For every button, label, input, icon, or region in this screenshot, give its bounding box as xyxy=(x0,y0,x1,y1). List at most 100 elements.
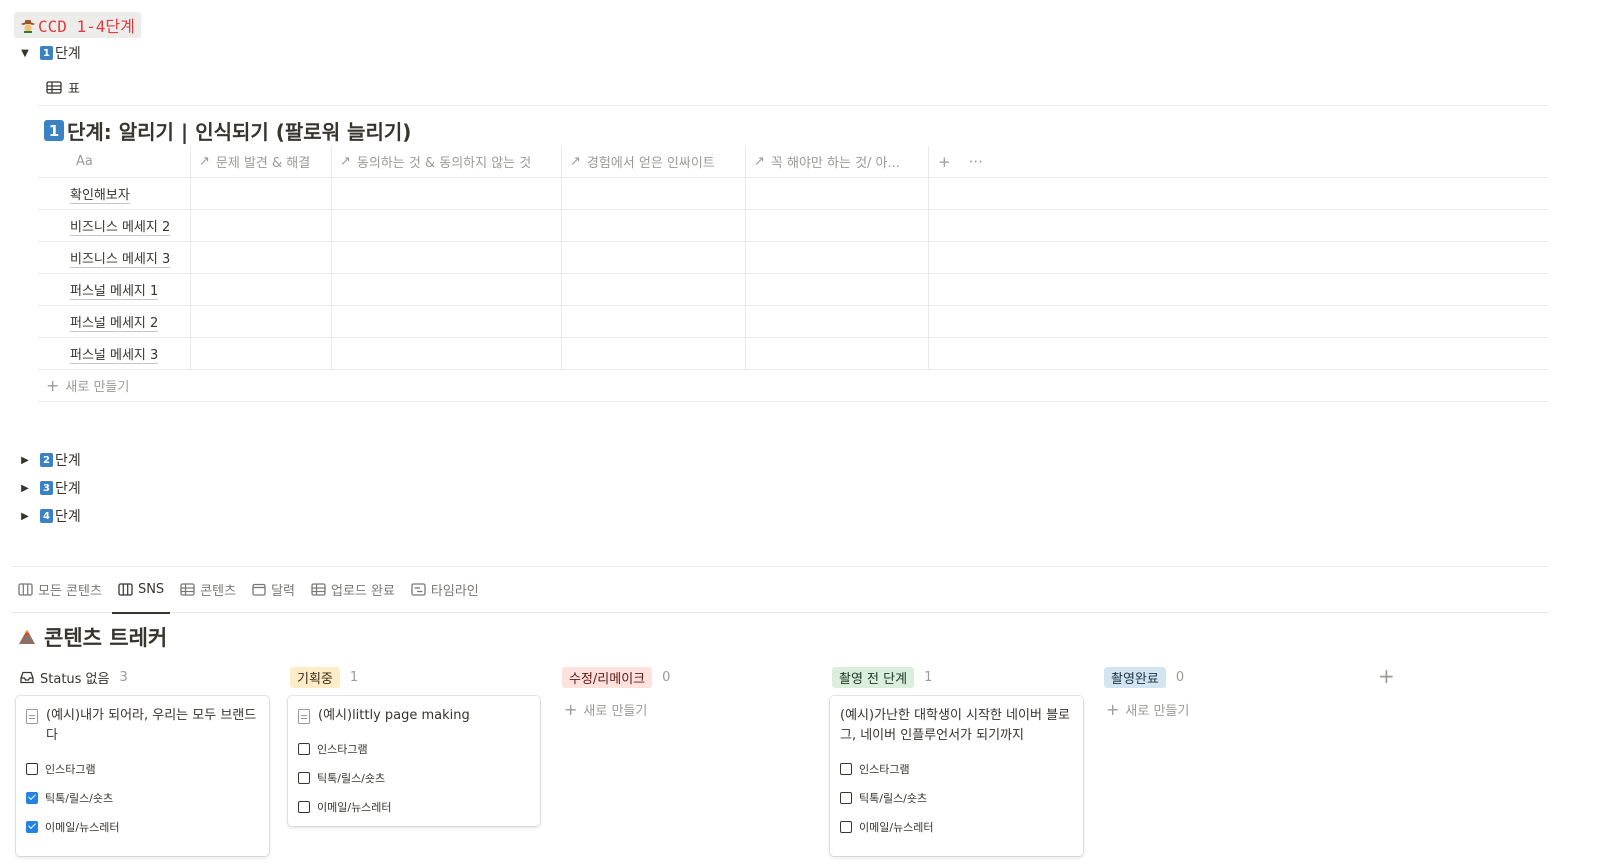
column-header[interactable]: ↗ 경험에서 얻은 인싸이트 xyxy=(562,146,746,177)
row-name-cell[interactable]: 비즈니스 메세지 3 xyxy=(38,242,191,273)
tab-sns[interactable]: SNS xyxy=(111,567,171,614)
checkbox-tiktok[interactable]: 틱톡/릴스/숏츠 xyxy=(840,783,1073,812)
add-column-button[interactable]: + xyxy=(938,153,951,171)
board-column-header[interactable]: Status 없음 3 xyxy=(20,666,128,688)
column-header[interactable]: ↗ 문제 발견 & 해결 xyxy=(191,146,332,177)
more-options-button[interactable]: ··· xyxy=(969,153,983,171)
table-cell[interactable] xyxy=(191,178,332,209)
table-row[interactable]: 퍼스널 메세지 1 xyxy=(38,274,1548,306)
column-header[interactable]: ↗ 꼭 해야만 하는 것/ 아... xyxy=(746,146,929,177)
board-column-header[interactable]: 촬영완료 0 xyxy=(1104,666,1184,688)
table-cell[interactable] xyxy=(562,274,746,305)
caret-down-icon[interactable]: ▼ xyxy=(18,48,32,59)
page-title-chip[interactable]: CCD 1-4단계 xyxy=(14,12,141,38)
database-title[interactable]: 1 단계: 알리기 | 인식되기 (팔로워 늘리기) xyxy=(44,116,411,145)
stage-3-toggle[interactable]: ▶ 3 단계 xyxy=(18,477,81,499)
table-row[interactable]: 확인해보자 xyxy=(38,178,1548,210)
table-cell[interactable] xyxy=(562,306,746,337)
checkbox[interactable] xyxy=(840,820,852,833)
checkbox[interactable] xyxy=(840,791,852,804)
board-card[interactable]: (예시)littly page making 인스타그램 틱톡/릴스/숏츠 이메… xyxy=(288,696,540,826)
table-cell[interactable] xyxy=(746,178,929,209)
board-card[interactable]: (예시)가난한 대학생이 시작한 네이버 블로그, 네이버 인플루언서가 되기까… xyxy=(830,696,1083,856)
board-column-header[interactable]: 기획중 1 xyxy=(290,666,358,688)
checkbox[interactable] xyxy=(298,742,310,755)
checkbox-email[interactable]: 이메일/뉴스레터 xyxy=(26,812,259,841)
table-cell[interactable] xyxy=(746,306,929,337)
table-cell[interactable] xyxy=(562,338,746,369)
checkbox[interactable] xyxy=(298,800,310,813)
new-card-button[interactable]: + 새로 만들기 xyxy=(1106,700,1189,719)
table-view-tab[interactable]: 표 xyxy=(46,78,80,97)
tab-timeline[interactable]: 타임라인 xyxy=(411,567,479,613)
table-row[interactable]: 퍼스널 메세지 2 xyxy=(38,306,1548,338)
row-name-cell[interactable]: 퍼스널 메세지 3 xyxy=(38,338,191,369)
table-cell[interactable] xyxy=(746,242,929,273)
tab-all-contents[interactable]: 모든 콘텐츠 xyxy=(18,567,102,613)
checkbox-checked[interactable] xyxy=(26,791,38,804)
checkbox-instagram[interactable]: 인스타그램 xyxy=(26,754,259,783)
new-row-button[interactable]: + 새로 만들기 xyxy=(38,370,1548,402)
stage-label: 단계 xyxy=(55,46,81,62)
row-name-cell[interactable]: 확인해보자 xyxy=(38,178,191,209)
checkbox[interactable] xyxy=(840,762,852,775)
table-cell[interactable] xyxy=(332,306,562,337)
caret-right-icon[interactable]: ▶ xyxy=(18,511,32,522)
tab-calendar[interactable]: 달력 xyxy=(252,567,295,613)
table-cell[interactable] xyxy=(191,274,332,305)
table-row[interactable]: 비즈니스 메세지 2 xyxy=(38,210,1548,242)
checkbox-tiktok[interactable]: 틱톡/릴스/숏츠 xyxy=(298,763,530,792)
row-name-cell[interactable]: 비즈니스 메세지 2 xyxy=(38,210,191,241)
divider xyxy=(38,105,1548,106)
stage-4-toggle[interactable]: ▶ 4 단계 xyxy=(18,505,81,527)
table-cell[interactable] xyxy=(746,274,929,305)
number-badge: 1 xyxy=(40,46,53,60)
caret-right-icon[interactable]: ▶ xyxy=(18,483,32,494)
table-cell[interactable] xyxy=(332,178,562,209)
checkbox[interactable] xyxy=(26,762,38,775)
row-name-cell[interactable]: 퍼스널 메세지 1 xyxy=(38,274,191,305)
table-cell[interactable] xyxy=(191,338,332,369)
table-cell[interactable] xyxy=(332,274,562,305)
table-row[interactable]: 퍼스널 메세지 3 xyxy=(38,338,1548,370)
tab-contents[interactable]: 콘텐츠 xyxy=(180,567,236,613)
table-cell[interactable] xyxy=(562,178,746,209)
checkbox-tiktok[interactable]: 틱톡/릴스/숏츠 xyxy=(26,783,259,812)
table-cell[interactable] xyxy=(191,210,332,241)
table-cell[interactable] xyxy=(332,210,562,241)
board-column-header[interactable]: 촬영 전 단계 1 xyxy=(832,666,932,688)
table-cell[interactable] xyxy=(191,306,332,337)
caret-right-icon[interactable]: ▶ xyxy=(18,455,32,466)
checkbox-email[interactable]: 이메일/뉴스레터 xyxy=(298,792,530,821)
table-cell[interactable] xyxy=(332,242,562,273)
checkbox-label: 틱톡/릴스/숏츠 xyxy=(859,791,928,805)
column-header[interactable]: ↗ 동의하는 것 & 동의하지 않는 것 xyxy=(332,146,562,177)
tracker-title[interactable]: 콘텐츠 트레커 xyxy=(18,622,167,652)
board-column-header[interactable]: 수정/리메이크 0 xyxy=(562,666,670,688)
checkbox-email[interactable]: 이메일/뉴스레터 xyxy=(840,812,1073,841)
board-card[interactable]: (예시)내가 되어라, 우리는 모두 브랜드다 인스타그램 틱톡/릴스/숏츠 이… xyxy=(16,696,269,856)
stage-2-toggle[interactable]: ▶ 2 단계 xyxy=(18,449,81,471)
table-cell xyxy=(929,210,1548,241)
table-cell[interactable] xyxy=(562,210,746,241)
tab-upload-done[interactable]: 업로드 완료 xyxy=(311,567,395,613)
checkbox[interactable] xyxy=(298,771,310,784)
row-name-cell[interactable]: 퍼스널 메세지 2 xyxy=(38,306,191,337)
tab-label: 달력 xyxy=(271,584,295,599)
table-cell[interactable] xyxy=(332,338,562,369)
table-cell[interactable] xyxy=(191,242,332,273)
table-cell[interactable] xyxy=(746,210,929,241)
checkbox-checked[interactable] xyxy=(26,820,38,833)
status-pill: 기획중 xyxy=(290,666,340,688)
checkbox-instagram[interactable]: 인스타그램 xyxy=(840,754,1073,783)
table-cell[interactable] xyxy=(562,242,746,273)
number-badge: 2 xyxy=(40,453,53,467)
table-cell[interactable] xyxy=(746,338,929,369)
new-card-button[interactable]: + 새로 만들기 xyxy=(564,700,647,719)
column-header-name[interactable]: Aa xyxy=(38,146,191,177)
table-row[interactable]: 비즈니스 메세지 3 xyxy=(38,242,1548,274)
stage-1-toggle[interactable]: ▼ 1 단계 xyxy=(18,42,81,64)
checkbox-instagram[interactable]: 인스타그램 xyxy=(298,734,530,763)
column-count: 3 xyxy=(119,669,128,685)
add-group-button[interactable]: + xyxy=(1378,664,1395,688)
